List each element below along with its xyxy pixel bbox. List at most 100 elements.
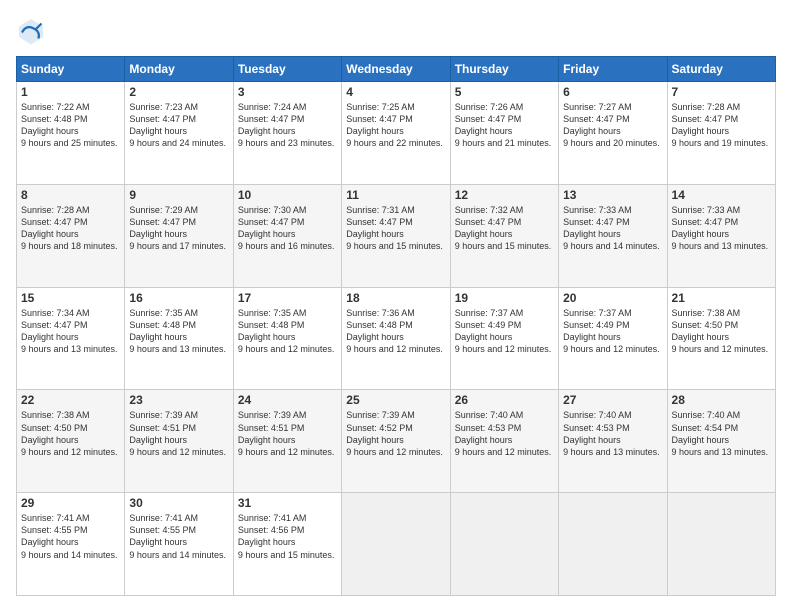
calendar-cell: 29 Sunrise: 7:41 AMSunset: 4:55 PMDaylig… (17, 493, 125, 596)
weekday-header-monday: Monday (125, 57, 233, 82)
day-number: 20 (563, 291, 662, 305)
day-info: Sunrise: 7:40 AMSunset: 4:54 PMDaylight … (672, 410, 769, 456)
day-info: Sunrise: 7:38 AMSunset: 4:50 PMDaylight … (21, 410, 118, 456)
day-number: 17 (238, 291, 337, 305)
header (16, 16, 776, 46)
day-info: Sunrise: 7:35 AMSunset: 4:48 PMDaylight … (238, 308, 335, 354)
day-number: 5 (455, 85, 554, 99)
day-number: 21 (672, 291, 771, 305)
day-number: 7 (672, 85, 771, 99)
day-info: Sunrise: 7:40 AMSunset: 4:53 PMDaylight … (455, 410, 552, 456)
calendar-cell: 26 Sunrise: 7:40 AMSunset: 4:53 PMDaylig… (450, 390, 558, 493)
calendar-cell: 25 Sunrise: 7:39 AMSunset: 4:52 PMDaylig… (342, 390, 450, 493)
weekday-header-wednesday: Wednesday (342, 57, 450, 82)
calendar-cell: 10 Sunrise: 7:30 AMSunset: 4:47 PMDaylig… (233, 184, 341, 287)
day-info: Sunrise: 7:41 AMSunset: 4:56 PMDaylight … (238, 513, 335, 559)
day-info: Sunrise: 7:27 AMSunset: 4:47 PMDaylight … (563, 102, 660, 148)
calendar-cell (450, 493, 558, 596)
day-number: 4 (346, 85, 445, 99)
day-number: 28 (672, 393, 771, 407)
calendar-cell: 12 Sunrise: 7:32 AMSunset: 4:47 PMDaylig… (450, 184, 558, 287)
day-number: 11 (346, 188, 445, 202)
day-number: 27 (563, 393, 662, 407)
day-info: Sunrise: 7:22 AMSunset: 4:48 PMDaylight … (21, 102, 118, 148)
calendar-cell: 19 Sunrise: 7:37 AMSunset: 4:49 PMDaylig… (450, 287, 558, 390)
day-number: 19 (455, 291, 554, 305)
day-info: Sunrise: 7:30 AMSunset: 4:47 PMDaylight … (238, 205, 335, 251)
day-number: 26 (455, 393, 554, 407)
calendar-cell: 8 Sunrise: 7:28 AMSunset: 4:47 PMDayligh… (17, 184, 125, 287)
calendar-cell: 23 Sunrise: 7:39 AMSunset: 4:51 PMDaylig… (125, 390, 233, 493)
calendar-cell (667, 493, 775, 596)
calendar-cell: 15 Sunrise: 7:34 AMSunset: 4:47 PMDaylig… (17, 287, 125, 390)
calendar-cell: 31 Sunrise: 7:41 AMSunset: 4:56 PMDaylig… (233, 493, 341, 596)
calendar-cell: 20 Sunrise: 7:37 AMSunset: 4:49 PMDaylig… (559, 287, 667, 390)
day-info: Sunrise: 7:39 AMSunset: 4:51 PMDaylight … (238, 410, 335, 456)
weekday-header-friday: Friday (559, 57, 667, 82)
logo (16, 16, 50, 46)
day-number: 16 (129, 291, 228, 305)
calendar-cell: 28 Sunrise: 7:40 AMSunset: 4:54 PMDaylig… (667, 390, 775, 493)
day-info: Sunrise: 7:32 AMSunset: 4:47 PMDaylight … (455, 205, 552, 251)
day-info: Sunrise: 7:34 AMSunset: 4:47 PMDaylight … (21, 308, 118, 354)
day-info: Sunrise: 7:25 AMSunset: 4:47 PMDaylight … (346, 102, 443, 148)
calendar-cell: 5 Sunrise: 7:26 AMSunset: 4:47 PMDayligh… (450, 82, 558, 185)
calendar-cell: 2 Sunrise: 7:23 AMSunset: 4:47 PMDayligh… (125, 82, 233, 185)
day-number: 18 (346, 291, 445, 305)
calendar-cell: 9 Sunrise: 7:29 AMSunset: 4:47 PMDayligh… (125, 184, 233, 287)
calendar-cell: 30 Sunrise: 7:41 AMSunset: 4:55 PMDaylig… (125, 493, 233, 596)
day-number: 14 (672, 188, 771, 202)
day-info: Sunrise: 7:37 AMSunset: 4:49 PMDaylight … (563, 308, 660, 354)
calendar-cell: 7 Sunrise: 7:28 AMSunset: 4:47 PMDayligh… (667, 82, 775, 185)
day-number: 10 (238, 188, 337, 202)
day-info: Sunrise: 7:24 AMSunset: 4:47 PMDaylight … (238, 102, 335, 148)
calendar-cell: 4 Sunrise: 7:25 AMSunset: 4:47 PMDayligh… (342, 82, 450, 185)
day-info: Sunrise: 7:28 AMSunset: 4:47 PMDaylight … (21, 205, 118, 251)
weekday-header-saturday: Saturday (667, 57, 775, 82)
calendar-cell: 11 Sunrise: 7:31 AMSunset: 4:47 PMDaylig… (342, 184, 450, 287)
day-info: Sunrise: 7:28 AMSunset: 4:47 PMDaylight … (672, 102, 769, 148)
weekday-header-sunday: Sunday (17, 57, 125, 82)
day-info: Sunrise: 7:39 AMSunset: 4:52 PMDaylight … (346, 410, 443, 456)
day-number: 23 (129, 393, 228, 407)
day-info: Sunrise: 7:33 AMSunset: 4:47 PMDaylight … (563, 205, 660, 251)
day-info: Sunrise: 7:23 AMSunset: 4:47 PMDaylight … (129, 102, 226, 148)
day-info: Sunrise: 7:31 AMSunset: 4:47 PMDaylight … (346, 205, 443, 251)
calendar-cell: 24 Sunrise: 7:39 AMSunset: 4:51 PMDaylig… (233, 390, 341, 493)
day-number: 30 (129, 496, 228, 510)
day-number: 9 (129, 188, 228, 202)
calendar-cell: 17 Sunrise: 7:35 AMSunset: 4:48 PMDaylig… (233, 287, 341, 390)
calendar-cell (342, 493, 450, 596)
day-info: Sunrise: 7:39 AMSunset: 4:51 PMDaylight … (129, 410, 226, 456)
day-number: 24 (238, 393, 337, 407)
weekday-header-tuesday: Tuesday (233, 57, 341, 82)
day-number: 3 (238, 85, 337, 99)
calendar-cell: 3 Sunrise: 7:24 AMSunset: 4:47 PMDayligh… (233, 82, 341, 185)
calendar-cell: 13 Sunrise: 7:33 AMSunset: 4:47 PMDaylig… (559, 184, 667, 287)
day-number: 1 (21, 85, 120, 99)
day-info: Sunrise: 7:29 AMSunset: 4:47 PMDaylight … (129, 205, 226, 251)
calendar-cell: 6 Sunrise: 7:27 AMSunset: 4:47 PMDayligh… (559, 82, 667, 185)
day-number: 22 (21, 393, 120, 407)
calendar-cell: 27 Sunrise: 7:40 AMSunset: 4:53 PMDaylig… (559, 390, 667, 493)
weekday-header-thursday: Thursday (450, 57, 558, 82)
day-number: 13 (563, 188, 662, 202)
calendar-cell: 14 Sunrise: 7:33 AMSunset: 4:47 PMDaylig… (667, 184, 775, 287)
day-info: Sunrise: 7:41 AMSunset: 4:55 PMDaylight … (21, 513, 118, 559)
day-number: 8 (21, 188, 120, 202)
day-info: Sunrise: 7:26 AMSunset: 4:47 PMDaylight … (455, 102, 552, 148)
day-info: Sunrise: 7:41 AMSunset: 4:55 PMDaylight … (129, 513, 226, 559)
day-number: 25 (346, 393, 445, 407)
day-info: Sunrise: 7:37 AMSunset: 4:49 PMDaylight … (455, 308, 552, 354)
day-info: Sunrise: 7:40 AMSunset: 4:53 PMDaylight … (563, 410, 660, 456)
day-number: 2 (129, 85, 228, 99)
calendar-cell: 16 Sunrise: 7:35 AMSunset: 4:48 PMDaylig… (125, 287, 233, 390)
day-number: 31 (238, 496, 337, 510)
day-info: Sunrise: 7:35 AMSunset: 4:48 PMDaylight … (129, 308, 226, 354)
calendar-cell: 22 Sunrise: 7:38 AMSunset: 4:50 PMDaylig… (17, 390, 125, 493)
calendar-cell: 1 Sunrise: 7:22 AMSunset: 4:48 PMDayligh… (17, 82, 125, 185)
logo-icon (16, 16, 46, 46)
calendar-cell (559, 493, 667, 596)
day-number: 6 (563, 85, 662, 99)
calendar-cell: 18 Sunrise: 7:36 AMSunset: 4:48 PMDaylig… (342, 287, 450, 390)
